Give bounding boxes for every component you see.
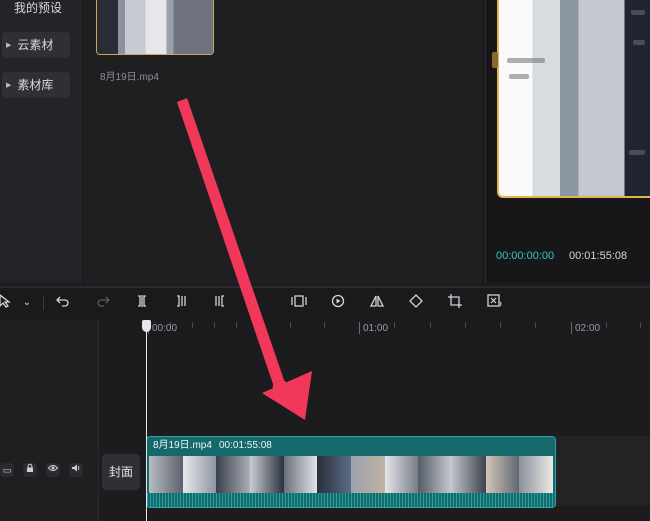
clip-frame (149, 456, 183, 493)
cover-button[interactable]: 封面 (102, 454, 140, 490)
clip-thumbnail-strip (149, 456, 554, 493)
clip-frame (418, 456, 453, 493)
ruler-label: 02:00 (575, 323, 601, 334)
ruler-tick (640, 322, 641, 328)
ruler-tick (394, 322, 395, 328)
clip-frame (384, 456, 419, 493)
clip-frame (351, 456, 385, 493)
preview-image (499, 0, 650, 196)
trim-left-icon[interactable] (170, 292, 192, 314)
preview-video-frame[interactable] (497, 0, 650, 198)
thumbnail-image (97, 0, 213, 54)
trim-right-icon[interactable] (209, 292, 231, 314)
ruler-tick (258, 322, 259, 328)
reverse-icon[interactable] (327, 292, 349, 314)
blurred-caption (631, 10, 645, 15)
sidebar-item-cloud-assets[interactable]: ▶ 云素材 (2, 32, 70, 58)
clip-frame (250, 456, 284, 493)
ai-cutout-icon[interactable] (484, 292, 506, 314)
sidebar-item-label: 我的预设 (14, 1, 63, 15)
eye-icon[interactable] (46, 463, 60, 477)
clip-frame (317, 456, 352, 493)
ruler-tick (359, 322, 360, 334)
preview-resize-handle[interactable] (492, 52, 498, 68)
clip-frame (452, 456, 486, 493)
ruler-label: 01:00 (363, 323, 389, 334)
left-sidebar: 我的预设 ▶ 云素材 ▶ 素材库 (0, 0, 82, 283)
playhead-handle[interactable] (142, 320, 151, 332)
redo-icon[interactable] (92, 292, 114, 314)
ruler-tick (465, 322, 466, 328)
volume-icon[interactable] (69, 463, 83, 477)
current-timecode: 00:00:00:00 (496, 250, 555, 262)
clip-frame (216, 456, 251, 493)
sidebar-item-label: 素材库 (17, 78, 54, 92)
mirror-icon[interactable] (366, 292, 388, 314)
media-thumbnail[interactable] (96, 0, 214, 55)
total-timecode: 00:01:55:08 (569, 250, 628, 262)
split-icon[interactable] (131, 292, 153, 314)
sidebar-item-label: 云素材 (17, 38, 54, 52)
ruler-tick (535, 322, 536, 328)
ruler-tick (500, 322, 501, 328)
video-clip[interactable]: 8月19日.mp4 00:01:55:08 (146, 436, 556, 508)
track-header-column (0, 320, 99, 521)
ruler-tick (324, 322, 325, 328)
blurred-caption (633, 40, 645, 45)
clip-header: 8月19日.mp4 00:01:55:08 (147, 437, 555, 455)
caret-right-icon: ▶ (6, 81, 12, 89)
ruler-tick (571, 322, 572, 334)
chevron-down-icon[interactable]: ⌄ (16, 292, 38, 314)
blurred-caption (507, 58, 545, 63)
ruler-tick (214, 322, 215, 328)
ruler-label: 00:00 (152, 323, 178, 334)
ruler-tick (606, 322, 607, 328)
sidebar-item-asset-library[interactable]: ▶ 素材库 (2, 72, 70, 98)
clip-frame (519, 456, 554, 493)
ruler-tick (290, 322, 291, 328)
sidebar-item-my-presets[interactable]: 我的预设 (14, 0, 62, 21)
caret-right-icon: ▶ (6, 41, 12, 49)
ruler-tick (192, 322, 193, 328)
playhead-line[interactable] (146, 330, 147, 521)
track-video-icon[interactable]: ▭ (0, 463, 14, 477)
blurred-caption (629, 150, 645, 155)
clip-name: 8月19日.mp4 (153, 440, 212, 451)
blurred-caption (509, 74, 529, 79)
undo-icon[interactable] (52, 292, 74, 314)
clip-duration: 00:01:55:08 (219, 440, 272, 451)
select-icon[interactable] (0, 292, 16, 314)
rotate-icon[interactable] (405, 292, 427, 314)
crop-icon[interactable] (444, 292, 466, 314)
clip-frame (182, 456, 217, 493)
freeze-frame-icon[interactable] (288, 292, 310, 314)
ruler-tick (236, 322, 237, 328)
media-file-name: 8月19日.mp4 (100, 72, 159, 83)
clip-frame (283, 456, 318, 493)
lock-icon[interactable] (23, 463, 37, 477)
ruler-tick (430, 322, 431, 328)
audio-waveform (147, 493, 555, 507)
timeline-empty-area (556, 436, 650, 506)
clip-frame (485, 456, 520, 493)
toolbar-divider (43, 296, 44, 310)
